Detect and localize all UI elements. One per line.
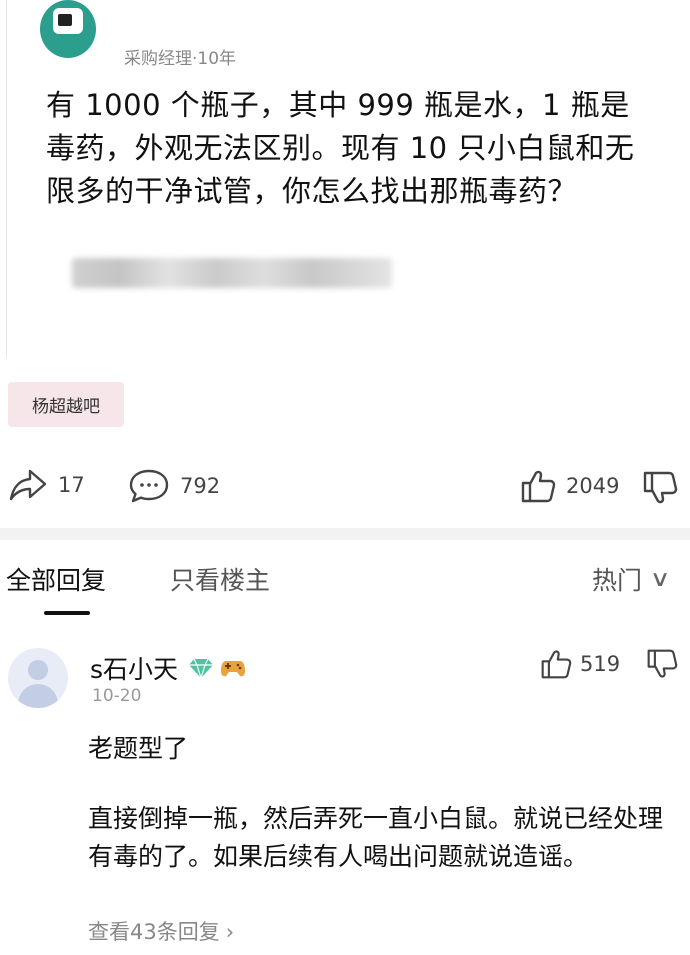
view-replies-label: 查看43条回复: [88, 920, 220, 944]
comment-text-line1: 老题型了: [88, 734, 189, 763]
forum-tag[interactable]: 杨超越吧: [8, 382, 124, 427]
share-arrow-icon: [9, 469, 47, 501]
tab-active-indicator: [44, 611, 90, 615]
avatar-graphic-detail: [58, 14, 72, 26]
comment-button[interactable]: 792: [128, 468, 220, 504]
game-controller-badge-icon: [221, 661, 246, 677]
dislike-button[interactable]: [642, 470, 678, 506]
share-count: 17: [58, 473, 85, 497]
comment-text-paragraph: 直接倒掉一瓶，然后弄死一直小白鼠。就说已经处理有毒的了。如果后续有人喝出问题就说…: [88, 804, 664, 871]
comment-like-count: 519: [580, 652, 621, 676]
avatar[interactable]: [8, 648, 68, 708]
like-count: 2049: [566, 474, 620, 498]
view-replies-link[interactable]: 查看43条回复 ›: [88, 916, 234, 946]
comment-count: 792: [180, 474, 221, 498]
comment-bubble-icon: [129, 469, 169, 503]
share-button[interactable]: 17: [8, 468, 85, 502]
sort-label: 热门: [592, 566, 643, 595]
comment-author: s石小天: [90, 650, 246, 686]
chevron-right-icon: ›: [225, 920, 235, 944]
comment-like-button[interactable]: 519: [540, 648, 678, 680]
chevron-down-icon: ∨: [649, 566, 671, 592]
post-question-text: 有 1000 个瓶子，其中 999 瓶是水，1 瓶是毒药，外观无法区别。现有 1…: [46, 88, 635, 208]
avatar-body-shape: [18, 684, 58, 708]
section-divider: [0, 528, 690, 540]
reply-tabs: 全部回复 只看楼主 热门 ∨: [0, 555, 690, 615]
avatar-head-shape: [28, 660, 48, 680]
tab-all-replies[interactable]: 全部回复: [6, 561, 106, 597]
blurred-content: [72, 258, 392, 288]
thumbs-up-icon: [521, 470, 556, 503]
comment-username[interactable]: s石小天: [90, 650, 178, 686]
post-action-bar: 17 792 2049: [0, 460, 690, 510]
thumbs-down-icon[interactable]: [646, 648, 678, 680]
comment-date: 10-20: [92, 686, 142, 706]
diamond-badge-icon: [189, 658, 214, 679]
author-avatar[interactable]: [40, 0, 96, 58]
tab-op-only[interactable]: 只看楼主: [170, 561, 270, 597]
comment-item: s石小天 10-20 519 老题型了 直接倒掉一瓶，然后弄死一直小白鼠。就说已…: [0, 640, 690, 955]
author-meta: 采购经理·10年: [124, 49, 237, 69]
like-button[interactable]: 2049: [520, 468, 619, 504]
thumbs-down-icon: [643, 471, 678, 504]
thumbs-up-icon: [541, 650, 572, 679]
sort-dropdown[interactable]: 热门 ∨: [592, 561, 671, 597]
